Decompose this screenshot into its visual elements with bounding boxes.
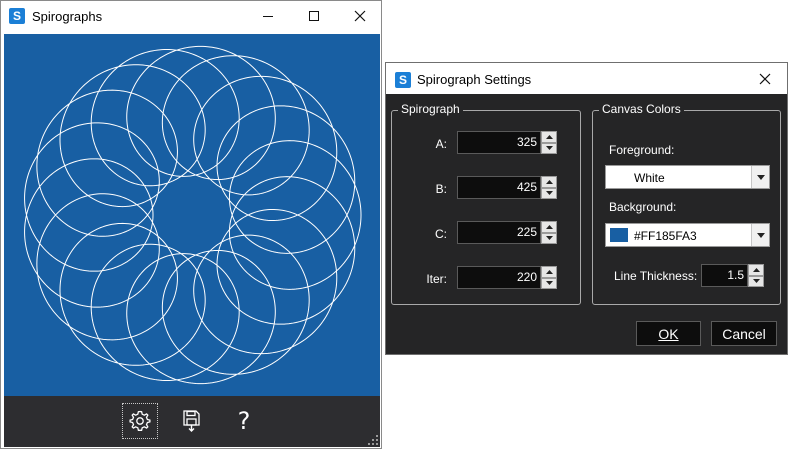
spin-up-icon[interactable] [541, 176, 557, 188]
c-label: C: [435, 227, 447, 241]
help-button[interactable]: ? [226, 403, 262, 439]
settings-button[interactable] [122, 403, 158, 439]
spin-up-icon[interactable] [541, 266, 557, 278]
chevron-down-icon[interactable] [751, 224, 769, 246]
canvas-colors-group: Canvas Colors Foreground: White Backgrou… [592, 102, 781, 305]
a-spinner[interactable] [541, 131, 557, 154]
iter-spinner[interactable] [541, 266, 557, 289]
spirograph-drawing [4, 34, 380, 396]
save-button[interactable] [174, 403, 210, 439]
cancel-label: Cancel [722, 325, 766, 342]
resize-grip-icon[interactable] [368, 435, 378, 445]
c-input[interactable]: 225 [457, 221, 541, 244]
gear-icon [129, 410, 151, 431]
spirograph-curve [24, 45, 362, 385]
dialog-title: Spirograph Settings [417, 72, 532, 87]
chevron-down-icon[interactable] [751, 166, 769, 188]
spirograph-group: Spirograph A: 325 B: 425 C: 225 Iter: 22… [391, 102, 581, 305]
iter-label: Iter: [426, 272, 447, 286]
window-title: Spirographs [32, 9, 103, 24]
spin-down-icon[interactable] [541, 142, 557, 154]
background-swatch [610, 228, 628, 242]
b-input[interactable]: 425 [457, 176, 541, 199]
maximize-icon [309, 11, 319, 21]
spin-up-icon[interactable] [541, 131, 557, 143]
c-spinner[interactable] [541, 221, 557, 244]
b-spinner[interactable] [541, 176, 557, 199]
title-bar[interactable]: S Spirographs [1, 1, 381, 31]
close-icon [354, 10, 366, 22]
foreground-label: Foreground: [609, 143, 675, 157]
line-thickness-spinner[interactable] [748, 264, 764, 287]
ok-label: OK [658, 325, 679, 342]
canvas-colors-legend: Canvas Colors [599, 102, 684, 116]
spin-down-icon[interactable] [541, 277, 557, 289]
background-select[interactable]: #FF185FA3 [605, 223, 770, 247]
background-value: #FF185FA3 [634, 229, 697, 243]
spin-down-icon[interactable] [748, 275, 764, 287]
help-icon: ? [237, 407, 251, 435]
maximize-button[interactable] [291, 1, 337, 31]
minimize-button[interactable] [245, 1, 291, 31]
close-icon [759, 73, 771, 84]
cancel-button[interactable]: Cancel [711, 321, 777, 346]
spin-down-icon[interactable] [541, 187, 557, 199]
spin-up-icon[interactable] [541, 221, 557, 233]
settings-dialog: S Spirograph Settings Spirograph A: 325 … [385, 62, 788, 355]
iter-input[interactable]: 220 [457, 266, 541, 289]
dialog-close-button[interactable] [743, 63, 787, 94]
a-label: A: [435, 137, 447, 151]
spin-up-icon[interactable] [748, 264, 764, 276]
dialog-app-icon: S [395, 72, 411, 88]
ok-button[interactable]: OK [636, 321, 701, 346]
line-thickness-input[interactable]: 1.5 [701, 264, 748, 287]
b-label: B: [435, 182, 447, 196]
floppy-download-icon [183, 410, 200, 432]
app-icon: S [9, 8, 25, 24]
foreground-select[interactable]: White [605, 165, 770, 189]
spin-down-icon[interactable] [541, 232, 557, 244]
dialog-title-bar[interactable]: S Spirograph Settings [386, 63, 787, 94]
line-thickness-label: Line Thickness: [614, 269, 698, 283]
close-button[interactable] [337, 1, 383, 31]
spirograph-canvas [4, 34, 380, 396]
foreground-value: White [634, 171, 665, 185]
minimize-icon [263, 16, 273, 17]
spirograph-group-legend: Spirograph [398, 102, 463, 116]
a-input[interactable]: 325 [457, 131, 541, 154]
foreground-swatch [610, 170, 630, 184]
background-label: Background: [609, 200, 677, 214]
spirographs-window: S Spirographs ? [0, 0, 382, 449]
bottom-toolbar: ? [4, 396, 380, 447]
